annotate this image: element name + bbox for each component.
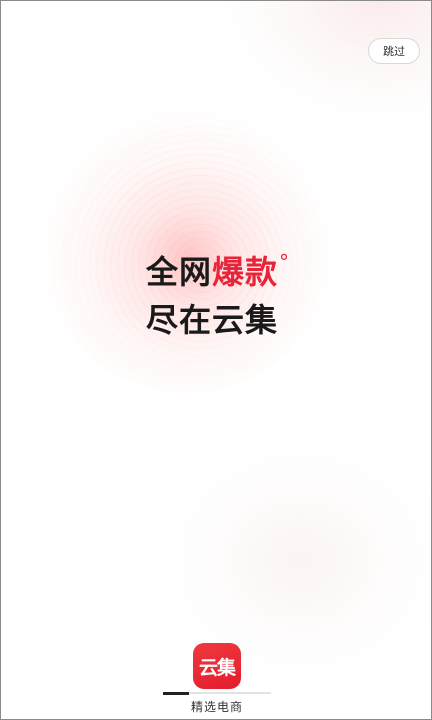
splash-screen: 跳过 全网爆款° 尽在云集 云集 精选电商 <box>0 0 432 720</box>
slogan-line-2: 尽在云集 <box>146 301 279 339</box>
slogan-line-1: 全网爆款° <box>146 238 336 296</box>
brand-tagline: 精选电商 <box>190 700 243 714</box>
slogan-text-hot-items: 爆款 <box>212 253 279 291</box>
slogan-text-all-network: 全网 <box>146 253 213 291</box>
splash-progress-fill <box>163 691 189 695</box>
slogan-degree-mark: ° <box>279 250 291 274</box>
slogan: 全网爆款° 尽在云集 <box>146 238 336 344</box>
skip-button[interactable]: 跳过 <box>368 38 420 64</box>
app-logo-icon: 云集 <box>193 643 241 689</box>
splash-progress-track <box>163 691 271 695</box>
